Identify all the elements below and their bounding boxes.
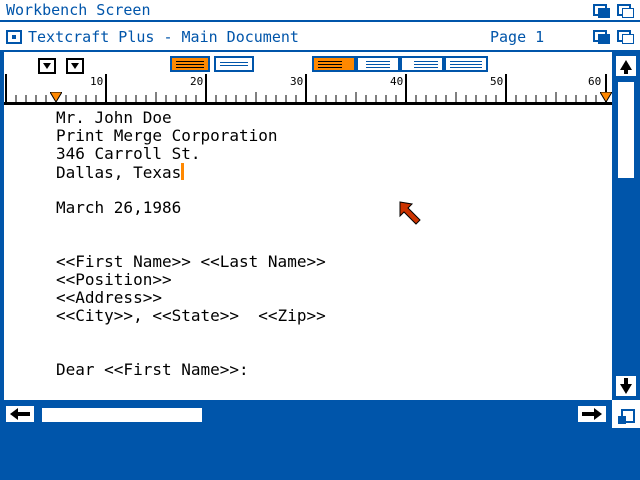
arrow-right-icon[interactable]: [576, 404, 608, 424]
document-line: <<Address>>: [56, 288, 162, 307]
text-cursor: [181, 163, 185, 180]
screen-depth-front-icon[interactable]: [614, 2, 634, 18]
arrow-down-icon[interactable]: [614, 374, 638, 398]
ruler-tick-label: 30: [290, 75, 304, 88]
arrow-left-icon[interactable]: [4, 404, 36, 424]
ruler-baseline: [4, 102, 612, 105]
document-line: Print Merge Corporation: [56, 126, 278, 145]
vertical-scrollbar[interactable]: [612, 52, 640, 400]
justify-left-button[interactable]: [312, 56, 356, 72]
horizontal-scrollbar[interactable]: [0, 400, 612, 428]
ruler-tick-label: 40: [390, 75, 404, 88]
window-title: Textcraft Plus - Main Document: [28, 28, 299, 46]
vertical-scroll-knob[interactable]: [618, 82, 634, 178]
mouse-pointer-icon: [399, 201, 421, 225]
document-line: Dallas, Texas: [56, 163, 185, 182]
document-line: 346 Carroll St.: [56, 144, 201, 163]
ruler-tick-label: 50: [490, 75, 504, 88]
justify-full-button[interactable]: [444, 56, 488, 72]
line-spacing-double-button[interactable]: [214, 56, 254, 72]
screen-title: Workbench Screen: [6, 1, 151, 19]
screen-depth-back-icon[interactable]: [590, 2, 610, 18]
justify-right-button[interactable]: [400, 56, 444, 72]
page-indicator: Page 1: [490, 28, 545, 46]
justify-center-button[interactable]: [356, 56, 400, 72]
document-line: <<City>>, <<State>> <<Zip>>: [56, 306, 326, 325]
document-line: <<Position>>: [56, 270, 172, 289]
document-line-text: Dallas, Texas: [56, 163, 182, 182]
main-document-window: Textcraft Plus - Main Document Page 1 10…: [0, 22, 640, 428]
ruler-tick-label: 20: [190, 75, 204, 88]
document-line: March 26,1986: [56, 198, 182, 217]
resize-gadget-icon[interactable]: [612, 406, 640, 428]
arrow-up-icon[interactable]: [614, 54, 638, 78]
line-spacing-single-button[interactable]: [170, 56, 210, 72]
document-text-area[interactable]: Mr. John Doe Print Merge Corporation 346…: [4, 108, 612, 400]
document-line: Dear <<First Name>>:: [56, 360, 249, 379]
window-depth-front-icon[interactable]: [614, 28, 634, 44]
ruler-tick-label: 60: [588, 75, 602, 88]
ruler-tick-label: 10: [90, 75, 104, 88]
horizontal-scroll-knob[interactable]: [42, 408, 202, 422]
document-line: <<First Name>> <<Last Name>>: [56, 252, 326, 271]
ruler: 10 20 30 40 50 60: [4, 52, 612, 108]
close-gadget-icon[interactable]: [6, 30, 22, 44]
window-depth-back-icon[interactable]: [590, 28, 610, 44]
document-line: Mr. John Doe: [56, 108, 172, 127]
